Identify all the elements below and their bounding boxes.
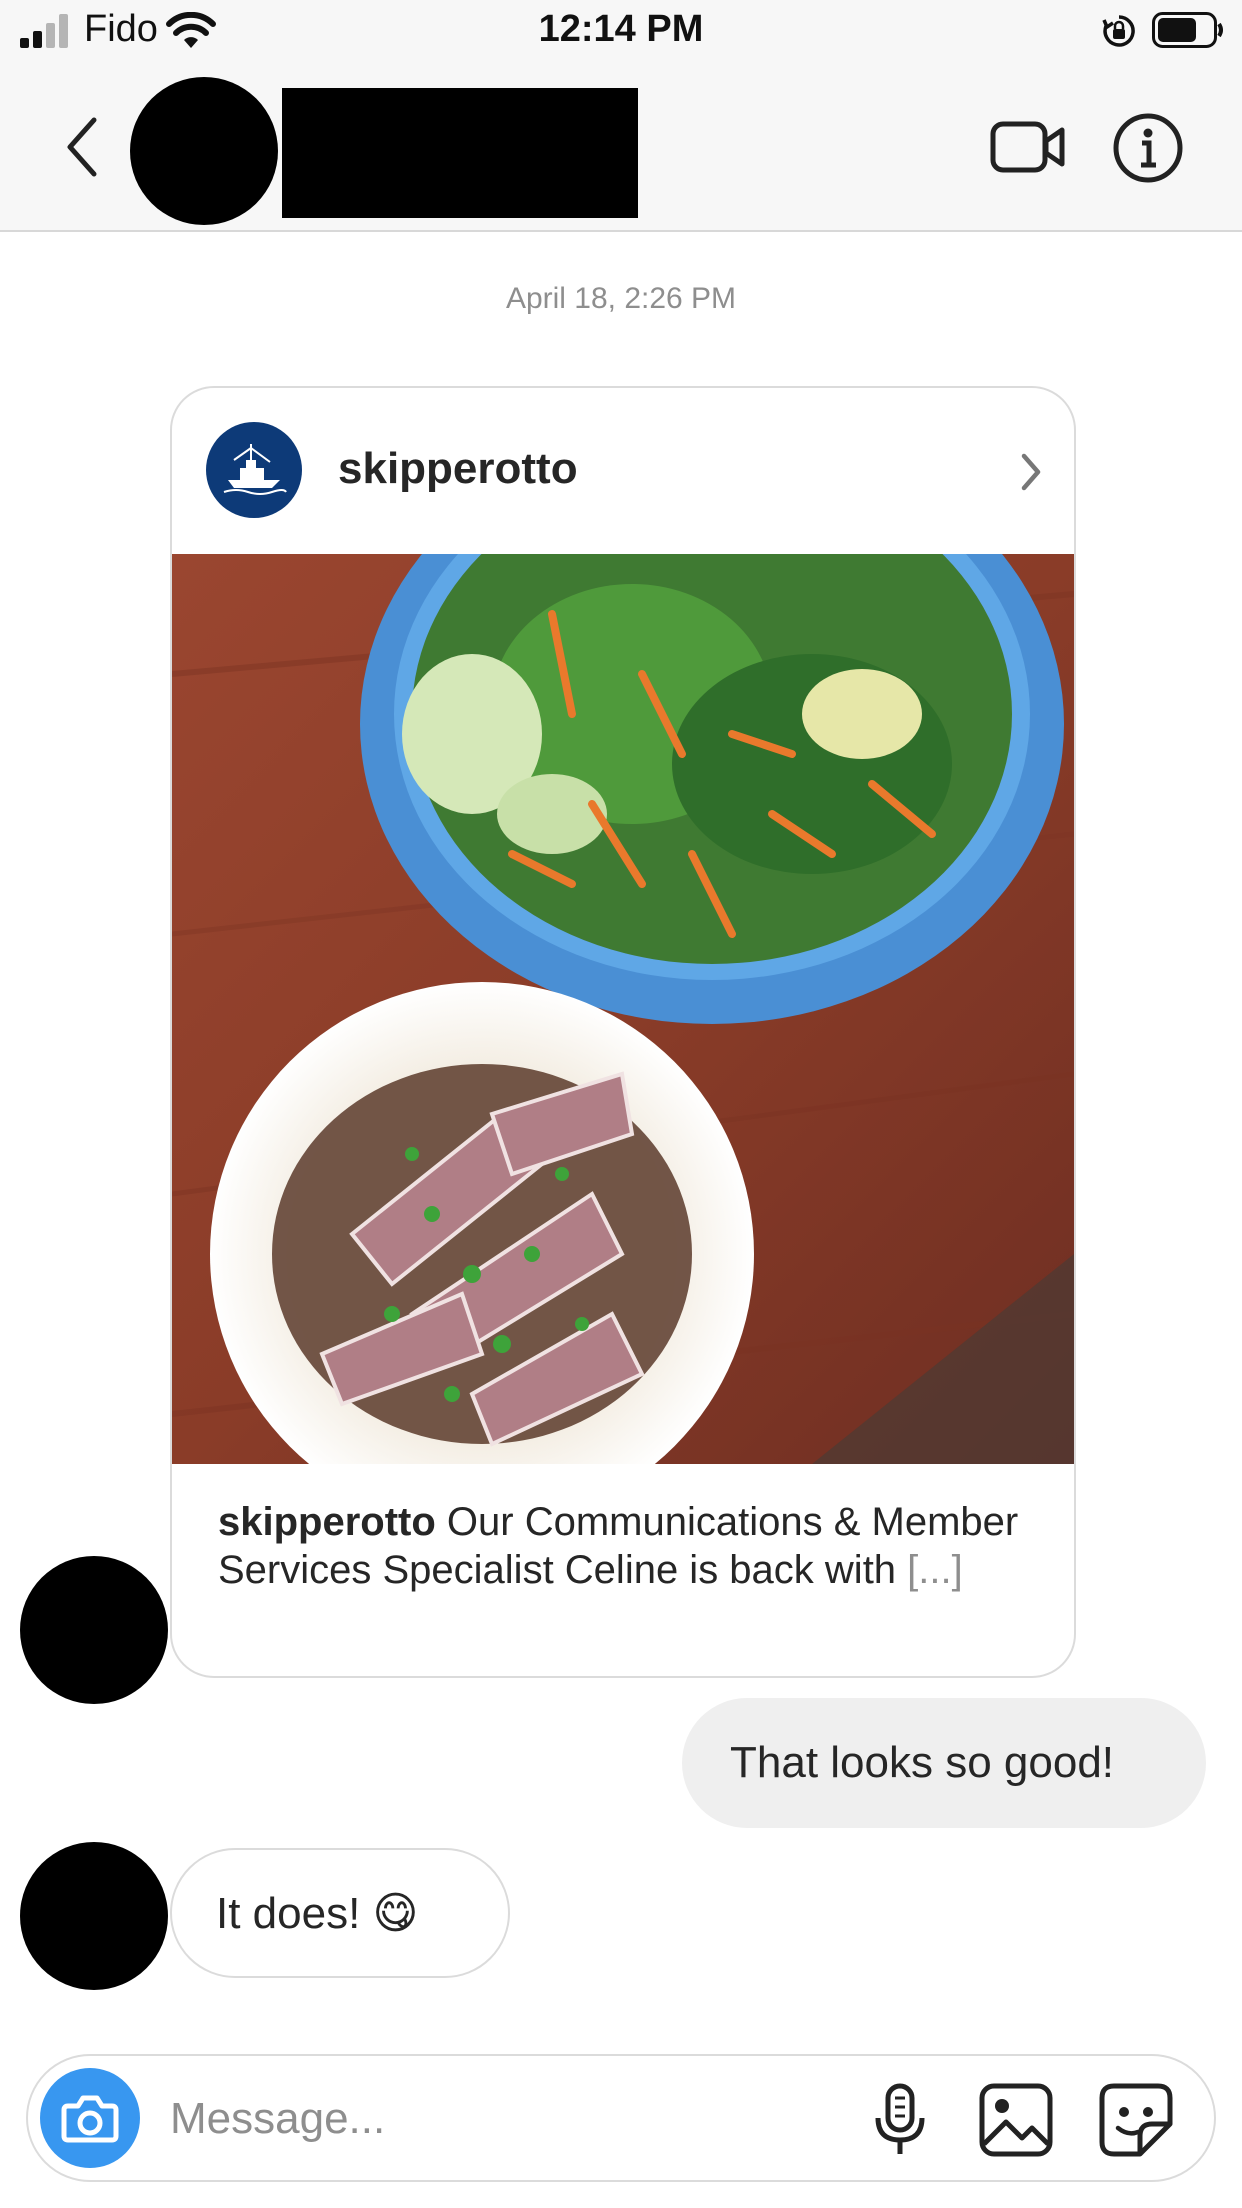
caption-more[interactable]: [...] (907, 1548, 963, 1592)
orientation-lock-icon (1102, 15, 1135, 47)
sender-avatar[interactable] (20, 1556, 168, 1704)
video-camera-icon[interactable] (990, 114, 1066, 180)
contact-name-redacted[interactable] (282, 88, 638, 218)
message-text: That looks so good! (730, 1738, 1115, 1787)
sticker-icon[interactable] (1098, 2082, 1174, 2158)
caption-username[interactable]: skipperotto (218, 1500, 436, 1544)
image-icon[interactable] (978, 2082, 1054, 2158)
yum-emoji: 😋 (372, 1889, 419, 1938)
message-input[interactable] (168, 2082, 732, 2156)
food-photo (172, 554, 1074, 1464)
battery-icon (1152, 12, 1223, 48)
boat-logo-icon (223, 444, 287, 495)
incoming-message-bubble[interactable]: It does! 😋 (170, 1848, 510, 1978)
contact-avatar[interactable] (130, 77, 278, 225)
post-author-username[interactable]: skipperotto (338, 444, 578, 494)
chat-header (0, 62, 1242, 232)
post-author-avatar[interactable] (206, 422, 302, 518)
shared-post-card[interactable]: skipperotto skipperotto Our Communicatio… (170, 386, 1076, 1678)
status-bar: Fido 12:14 PM (0, 0, 1242, 62)
message-composer (26, 2054, 1216, 2182)
message-timestamp: April 18, 2:26 PM (505, 282, 737, 315)
chevron-left-icon[interactable] (60, 114, 104, 180)
camera-button[interactable] (40, 2068, 140, 2168)
message-text: It does! 😋 (216, 1889, 419, 1938)
post-photo[interactable] (172, 554, 1074, 1464)
post-caption[interactable]: skipperotto Our Communications & Member … (218, 1498, 1038, 1594)
camera-icon (61, 2095, 119, 2143)
outgoing-message-bubble[interactable]: That looks so good! (682, 1698, 1206, 1828)
microphone-icon[interactable] (872, 2082, 928, 2158)
clock: 12:14 PM (538, 8, 704, 50)
chevron-right-icon[interactable] (1016, 450, 1046, 494)
sender-avatar[interactable] (20, 1842, 168, 1990)
info-icon[interactable] (1112, 112, 1184, 184)
